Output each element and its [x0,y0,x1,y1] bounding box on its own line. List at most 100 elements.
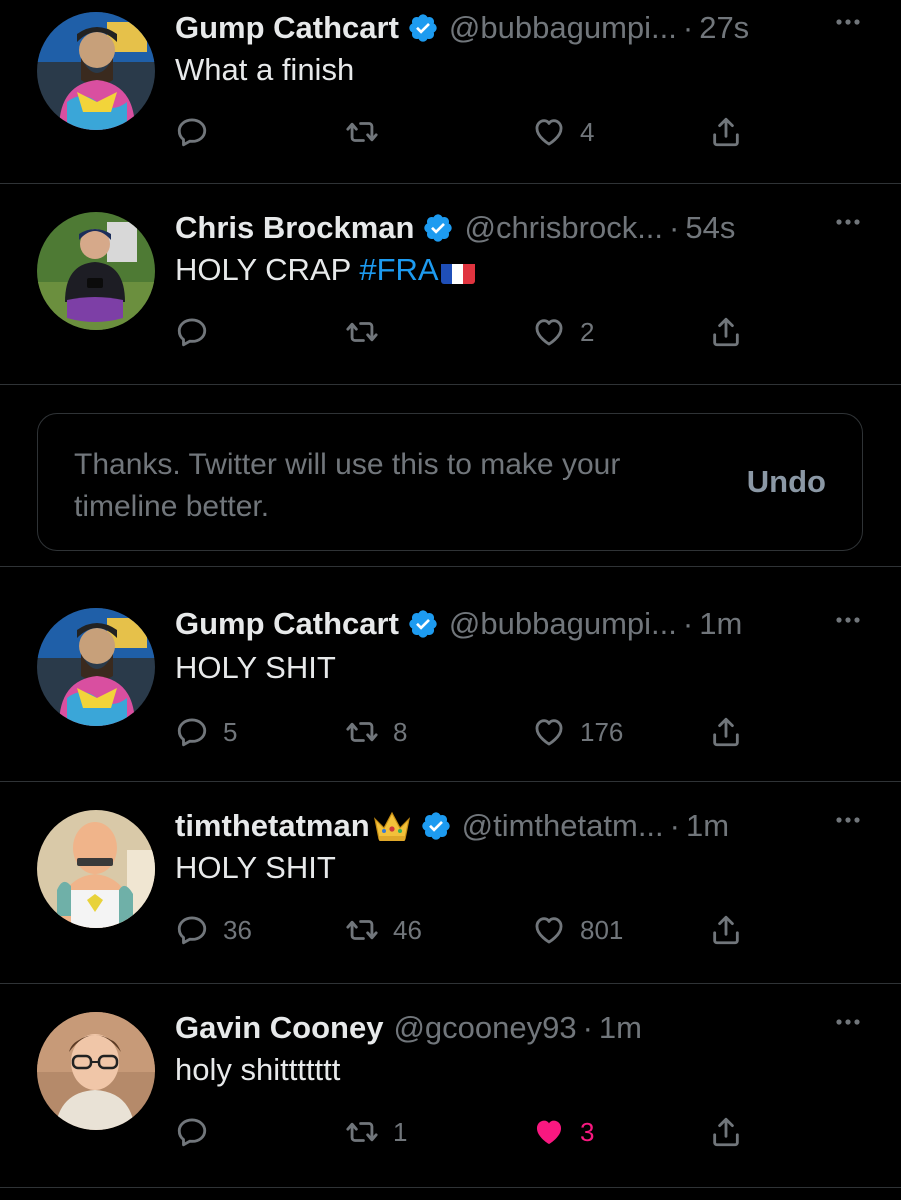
tweet-text: HOLY CRAP #FRA [175,252,475,288]
tweet-header: timthetatman @timthetatm... · 1m [175,806,729,846]
undo-button[interactable]: Undo [747,464,826,500]
reply-icon [175,315,209,349]
retweet-button[interactable] [345,312,393,352]
share-icon [709,1115,743,1149]
tweet-text: What a finish [175,52,355,87]
handle[interactable]: @timthetatm... [462,808,664,844]
timestamp[interactable]: 1m [686,808,729,844]
heart-icon [532,315,566,349]
retweet-button[interactable]: 8 [345,712,407,752]
reply-button[interactable] [175,1112,223,1152]
like-count: 4 [580,116,595,147]
share-button[interactable] [709,112,743,152]
tweet-text: HOLY SHIT [175,650,336,685]
verified-badge-icon [422,212,454,244]
tweet[interactable]: timthetatman @timthetatm... · 1m HOLY SH… [0,798,901,984]
like-button[interactable]: 801 [532,910,623,950]
share-button[interactable] [709,1112,743,1152]
retweet-icon [345,1115,379,1149]
heart-icon [532,913,566,947]
retweet-button[interactable]: 1 [345,1112,407,1152]
handle[interactable]: @gcooney93 [393,1010,576,1046]
more-options-icon[interactable] [835,18,861,26]
tweet-actions: 36 46 801 [175,910,755,950]
reply-icon [175,913,209,947]
retweet-count: 46 [393,914,422,945]
retweet-button[interactable] [345,112,393,152]
share-icon [709,913,743,947]
tweet-actions: 4 [175,112,755,152]
avatar[interactable] [37,1012,155,1130]
tweet-header: Gump Cathcart @bubbagumpi... · 1m [175,604,742,644]
reply-count: 5 [223,716,238,747]
display-name[interactable]: Gavin Cooney [175,1010,383,1046]
avatar[interactable] [37,608,155,726]
tweet-text: HOLY SHIT [175,850,336,885]
tweet-header: Chris Brockman @chrisbrock... · 54s [175,208,735,248]
avatar-image [37,12,155,130]
share-button[interactable] [709,910,743,950]
timestamp[interactable]: 27s [699,10,749,46]
handle[interactable]: @chrisbrock... [464,210,663,246]
separator: · [669,210,680,245]
display-name[interactable]: timthetatman [175,808,370,844]
avatar[interactable] [37,12,155,130]
avatar-image [37,810,155,928]
retweet-button[interactable]: 46 [345,910,422,950]
tweet[interactable]: Chris Brockman @chrisbrock... · 54s HOLY… [0,200,901,385]
avatar[interactable] [37,212,155,330]
share-button[interactable] [709,712,743,752]
heart-icon [532,115,566,149]
more-options-icon[interactable] [835,616,861,624]
reply-count: 36 [223,914,252,945]
reply-button[interactable] [175,312,223,352]
like-button[interactable]: 176 [532,712,623,752]
heart-filled-icon [532,1115,566,1149]
share-button[interactable] [709,312,743,352]
tweet[interactable]: Gavin Cooney @gcooney93 · 1m holy shittt… [0,1000,901,1188]
handle[interactable]: @bubbagumpi... [449,606,677,642]
tweet[interactable]: Gump Cathcart @bubbagumpi... · 1m HOLY S… [0,598,901,782]
retweet-count: 1 [393,1116,408,1147]
avatar[interactable] [37,810,155,928]
timestamp[interactable]: 54s [685,210,735,246]
heart-icon [532,715,566,749]
like-button[interactable]: 4 [532,112,594,152]
timestamp[interactable]: 1m [699,606,742,642]
reply-button[interactable]: 36 [175,910,252,950]
avatar-image [37,608,155,726]
toast-message: Thanks. Twitter will use this to make yo… [74,448,621,523]
retweet-icon [345,115,379,149]
tweet-text-plain: HOLY CRAP [175,252,360,287]
display-name[interactable]: Gump Cathcart [175,606,399,642]
share-icon [709,715,743,749]
tweet-actions: 1 3 [175,1112,755,1152]
avatar-image [37,1012,155,1130]
like-count: 801 [580,914,624,945]
separator: · [682,606,694,641]
crown-icon [373,811,410,841]
like-button[interactable]: 3 [532,1112,594,1152]
display-name[interactable]: Chris Brockman [175,210,414,246]
separator: · [669,808,680,843]
more-options-icon[interactable] [835,816,861,824]
display-name[interactable]: Gump Cathcart [175,10,399,46]
handle[interactable]: @bubbagumpi... [449,10,677,46]
reply-button[interactable]: 5 [175,712,237,752]
separator: · [682,10,694,45]
retweet-icon [345,315,379,349]
share-icon [709,115,743,149]
share-icon [709,315,743,349]
hashtag-link[interactable]: #FRA [359,252,438,287]
more-options-icon[interactable] [835,218,861,226]
verified-badge-icon [420,810,452,842]
more-options-icon[interactable] [835,1018,861,1026]
divider [0,384,901,385]
like-count: 3 [580,1116,595,1147]
like-button[interactable]: 2 [532,312,594,352]
reply-button[interactable] [175,112,223,152]
verified-badge-icon [407,608,439,640]
retweet-icon [345,913,379,947]
tweet[interactable]: Gump Cathcart @bubbagumpi... · 27s What … [0,0,901,184]
timestamp[interactable]: 1m [599,1010,642,1046]
